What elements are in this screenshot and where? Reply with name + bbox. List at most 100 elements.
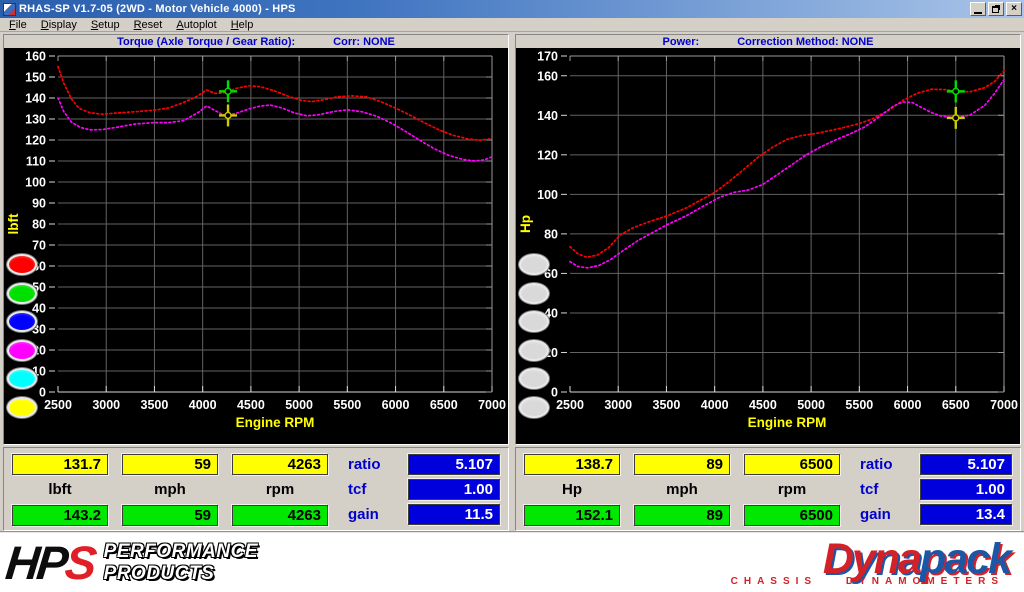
gain-label: gain bbox=[348, 506, 379, 523]
ratio-label-2: ratio bbox=[860, 456, 893, 473]
gain-value-2: 13.4 bbox=[920, 504, 1012, 525]
app-icon bbox=[3, 3, 16, 16]
svg-text:5500: 5500 bbox=[333, 398, 361, 412]
run-select-button-1[interactable] bbox=[519, 254, 549, 275]
power-cursor2-value: 152.1 bbox=[524, 505, 620, 526]
rpm-unit-label: rpm bbox=[232, 481, 328, 498]
svg-text:4500: 4500 bbox=[237, 398, 265, 412]
svg-text:6500: 6500 bbox=[430, 398, 458, 412]
run-select-button-4[interactable] bbox=[7, 340, 37, 361]
power-cursor2-speed: 89 bbox=[634, 505, 730, 526]
hps-letters: HPS bbox=[4, 539, 97, 586]
power-chart-panel: Power: Correction Method: NONE 2500 3000 3… bbox=[515, 34, 1021, 445]
gain-label-2: gain bbox=[860, 506, 891, 523]
menu-file[interactable]: File bbox=[2, 19, 34, 31]
gain-value: 11.5 bbox=[408, 504, 500, 525]
menu-bar: File Display Setup Reset Autoplot Help bbox=[0, 18, 1024, 32]
svg-text:6500: 6500 bbox=[942, 398, 970, 412]
power-cursor-speed: 89 bbox=[634, 454, 730, 475]
run-select-button-6[interactable] bbox=[7, 397, 37, 418]
logo-strip: HPS PERFORMANCE PRODUCTS Dynapack CHASSI… bbox=[0, 531, 1024, 592]
svg-text:3000: 3000 bbox=[92, 398, 120, 412]
svg-text:3500: 3500 bbox=[141, 398, 169, 412]
restore-icon bbox=[992, 6, 999, 13]
svg-text:Engine RPM: Engine RPM bbox=[236, 415, 315, 430]
title-bar: RHAS-SP V1.7-05 (2WD - Motor Vehicle 400… bbox=[0, 0, 1024, 18]
readout-row: 131.7 59 4263 lbft mph rpm 143.2 59 4263… bbox=[0, 445, 1024, 531]
svg-text:3500: 3500 bbox=[653, 398, 681, 412]
torque-cursor-value: 131.7 bbox=[12, 454, 108, 475]
torque-correction-status: Corr: NONE bbox=[333, 36, 395, 48]
power-chart-title: Power: bbox=[663, 36, 700, 48]
cursor-marker bbox=[219, 104, 237, 126]
svg-text:5000: 5000 bbox=[285, 398, 313, 412]
svg-text:4000: 4000 bbox=[701, 398, 729, 412]
cursor-marker bbox=[219, 80, 237, 102]
svg-text:4500: 4500 bbox=[749, 398, 777, 412]
torque-chart-panel: Torque (Axle Torque / Gear Ratio): Corr:… bbox=[3, 34, 509, 445]
hps-s: S bbox=[63, 536, 97, 589]
dynapack-subtitle: CHASSIS DYNAMOMETERS bbox=[731, 577, 1010, 587]
power-chart-plot[interactable]: 2500300035004000450050005500600065007000… bbox=[516, 48, 1020, 444]
run-select-button-2[interactable] bbox=[519, 283, 549, 304]
rpm-unit-label-2: rpm bbox=[744, 481, 840, 498]
tcf-label: tcf bbox=[348, 481, 366, 498]
torque-chart-plot[interactable]: 2500300035004000450050005500600065007000… bbox=[4, 48, 508, 444]
svg-text:5500: 5500 bbox=[845, 398, 873, 412]
run-select-button-5[interactable] bbox=[7, 368, 37, 389]
speed-unit-label: mph bbox=[122, 481, 218, 498]
tcf-value-2: 1.00 bbox=[920, 479, 1012, 500]
svg-text:3000: 3000 bbox=[604, 398, 632, 412]
svg-text:2500: 2500 bbox=[556, 398, 584, 412]
dynapack-logo: Dynapack CHASSIS DYNAMOMETERS bbox=[731, 538, 1010, 587]
torque-cursor-speed: 59 bbox=[122, 454, 218, 475]
torque-chart-header: Torque (Axle Torque / Gear Ratio): Corr:… bbox=[4, 35, 508, 48]
menu-autoplot[interactable]: Autoplot bbox=[169, 19, 223, 31]
torque-chart-title: Torque (Axle Torque / Gear Ratio): bbox=[117, 36, 295, 48]
svg-text:4000: 4000 bbox=[189, 398, 217, 412]
hps-subtitle: PERFORMANCE PRODUCTS bbox=[104, 541, 258, 585]
power-chart-header: Power: Correction Method: NONE bbox=[516, 35, 1020, 48]
cursor-marker bbox=[947, 107, 965, 129]
run-select-button-2[interactable] bbox=[7, 283, 37, 304]
window-title: RHAS-SP V1.7-05 (2WD - Motor Vehicle 400… bbox=[19, 3, 970, 15]
run-select-button-6[interactable] bbox=[519, 397, 549, 418]
power-unit-label: Hp bbox=[524, 481, 620, 498]
svg-text:Engine RPM: Engine RPM bbox=[748, 415, 827, 430]
run-select-button-1[interactable] bbox=[7, 254, 37, 275]
restore-button[interactable] bbox=[988, 2, 1004, 16]
menu-display[interactable]: Display bbox=[34, 19, 84, 31]
run-select-button-3[interactable] bbox=[7, 311, 37, 332]
power-cursor-value: 138.7 bbox=[524, 454, 620, 475]
menu-help[interactable]: Help bbox=[224, 19, 261, 31]
charts-row: Torque (Axle Torque / Gear Ratio): Corr:… bbox=[0, 32, 1024, 445]
ratio-value-2: 5.107 bbox=[920, 454, 1012, 475]
tcf-value: 1.00 bbox=[408, 479, 500, 500]
torque-run-buttons bbox=[7, 48, 41, 444]
minimize-button[interactable] bbox=[970, 2, 986, 16]
cursor-marker bbox=[947, 80, 965, 102]
power-readout-panel: 138.7 89 6500 Hp mph rpm 152.1 89 6500 r… bbox=[515, 447, 1021, 531]
hps-hp: HP bbox=[3, 536, 68, 589]
run-select-button-4[interactable] bbox=[519, 340, 549, 361]
power-cursor2-rpm: 6500 bbox=[744, 505, 840, 526]
svg-text:2500: 2500 bbox=[44, 398, 72, 412]
menu-reset[interactable]: Reset bbox=[127, 19, 170, 31]
svg-text:7000: 7000 bbox=[990, 398, 1018, 412]
torque-unit-label: lbft bbox=[12, 481, 108, 498]
torque-readout-panel: 131.7 59 4263 lbft mph rpm 143.2 59 4263… bbox=[3, 447, 509, 531]
torque-cursor2-speed: 59 bbox=[122, 505, 218, 526]
speed-unit-label-2: mph bbox=[634, 481, 730, 498]
power-cursor-rpm: 6500 bbox=[744, 454, 840, 475]
hps-logo: HPS PERFORMANCE PRODUCTS bbox=[6, 539, 258, 586]
ratio-value: 5.107 bbox=[408, 454, 500, 475]
menu-setup[interactable]: Setup bbox=[84, 19, 127, 31]
svg-text:6000: 6000 bbox=[894, 398, 922, 412]
close-button[interactable]: × bbox=[1006, 2, 1022, 16]
run-select-button-5[interactable] bbox=[519, 368, 549, 389]
run-select-button-3[interactable] bbox=[519, 311, 549, 332]
power-correction-status: Correction Method: NONE bbox=[737, 36, 873, 48]
dynapack-wordmark: Dynapack bbox=[731, 538, 1010, 581]
torque-cursor2-rpm: 4263 bbox=[232, 505, 328, 526]
tcf-label-2: tcf bbox=[860, 481, 878, 498]
